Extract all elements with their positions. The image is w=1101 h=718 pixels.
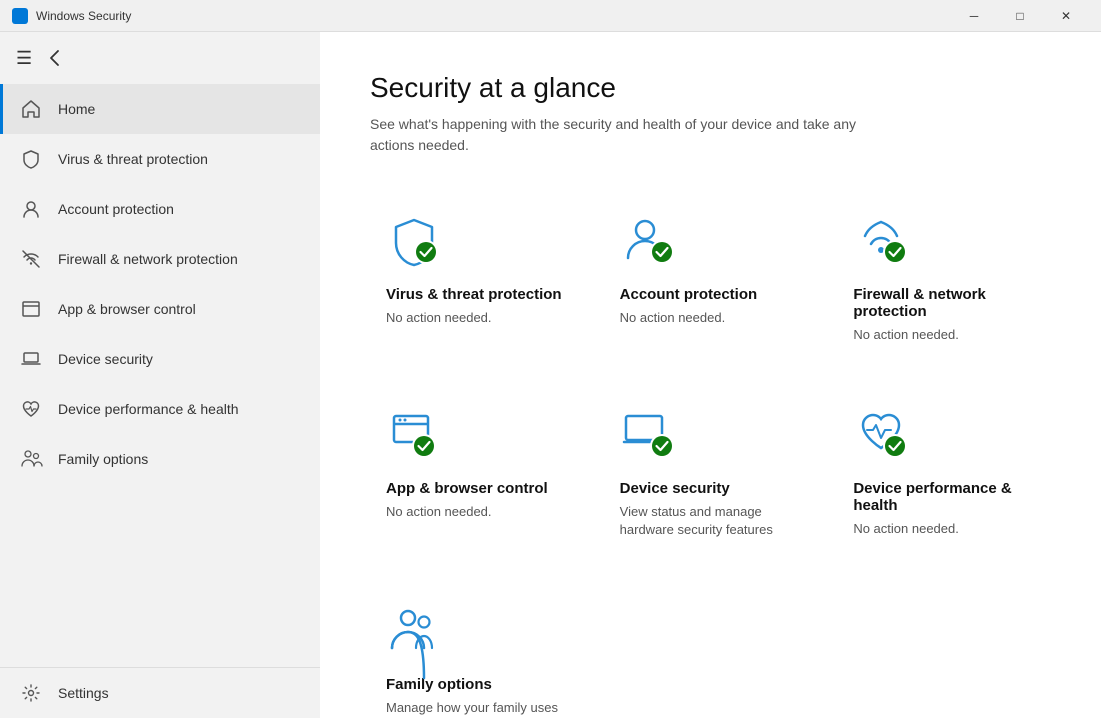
- shield-nav-icon: [20, 148, 42, 170]
- virus-card-title: Virus & threat protection: [386, 286, 568, 303]
- titlebar-title: Windows Security: [36, 9, 951, 23]
- gear-icon: [20, 682, 42, 704]
- account-card-title: Account protection: [620, 286, 802, 303]
- virus-card-icon: [386, 212, 446, 272]
- app-card-icon: [386, 406, 446, 466]
- app-body: ☰ Home Vi: [0, 32, 1101, 718]
- family-card-desc: Manage how your family uses their device…: [386, 699, 568, 718]
- firewall-card-icon: [853, 212, 913, 272]
- close-button[interactable]: ✕: [1043, 0, 1089, 32]
- hamburger-button[interactable]: ☰: [16, 48, 32, 69]
- sidebar-item-device-security[interactable]: Device security: [0, 334, 320, 384]
- device-health-card-icon: [853, 406, 913, 466]
- app-card-title: App & browser control: [386, 480, 568, 497]
- sidebar-label-account: Account protection: [58, 201, 174, 217]
- settings-label: Settings: [58, 685, 109, 701]
- sidebar: ☰ Home Vi: [0, 32, 320, 718]
- sidebar-item-home[interactable]: Home: [0, 84, 320, 134]
- card-account[interactable]: Account protection No action needed.: [604, 196, 818, 360]
- sidebar-label-firewall: Firewall & network protection: [58, 251, 238, 267]
- back-button[interactable]: [44, 47, 66, 69]
- person-nav-icon: [20, 198, 42, 220]
- window-controls: ─ □ ✕: [951, 0, 1089, 32]
- account-card-desc: No action needed.: [620, 309, 802, 327]
- sidebar-top: ☰: [0, 32, 320, 84]
- home-icon: [20, 98, 42, 120]
- card-app[interactable]: App & browser control No action needed.: [370, 390, 584, 555]
- card-firewall[interactable]: Firewall & network protection No action …: [837, 196, 1051, 360]
- firewall-card-desc: No action needed.: [853, 326, 1035, 344]
- device-security-card-icon: [620, 406, 680, 466]
- minimize-button[interactable]: ─: [951, 0, 997, 32]
- sidebar-item-account[interactable]: Account protection: [0, 184, 320, 234]
- family-nav-icon: [20, 448, 42, 470]
- sidebar-item-settings[interactable]: Settings: [0, 668, 320, 718]
- sidebar-item-app[interactable]: App & browser control: [0, 284, 320, 334]
- card-device-security[interactable]: Device security View status and manage h…: [604, 390, 818, 555]
- card-device-health[interactable]: Device performance & health No action ne…: [837, 390, 1051, 555]
- sidebar-nav: Home Virus & threat protection: [0, 84, 320, 484]
- page-subtitle: See what's happening with the security a…: [370, 114, 870, 156]
- app-icon: [12, 8, 28, 24]
- device-security-card-desc: View status and manage hardware security…: [620, 503, 802, 539]
- laptop-nav-icon: [20, 348, 42, 370]
- device-health-card-desc: No action needed.: [853, 520, 1035, 538]
- sidebar-item-virus[interactable]: Virus & threat protection: [0, 134, 320, 184]
- card-virus[interactable]: Virus & threat protection No action need…: [370, 196, 584, 360]
- firewall-card-title: Firewall & network protection: [853, 286, 1035, 320]
- sidebar-label-app: App & browser control: [58, 301, 196, 317]
- card-family[interactable]: Family options Manage how your family us…: [370, 586, 584, 718]
- sidebar-label-home: Home: [58, 101, 95, 117]
- app-card-desc: No action needed.: [386, 503, 568, 521]
- sidebar-item-family[interactable]: Family options: [0, 434, 320, 484]
- maximize-button[interactable]: □: [997, 0, 1043, 32]
- titlebar: Windows Security ─ □ ✕: [0, 0, 1101, 32]
- heart-nav-icon: [20, 398, 42, 420]
- sidebar-label-device-health: Device performance & health: [58, 401, 239, 417]
- sidebar-item-firewall[interactable]: Firewall & network protection: [0, 234, 320, 284]
- sidebar-label-virus: Virus & threat protection: [58, 151, 208, 167]
- device-health-card-title: Device performance & health: [853, 480, 1035, 514]
- sidebar-label-family: Family options: [58, 451, 148, 467]
- family-card-title: Family options: [386, 676, 568, 693]
- family-card-icon: [386, 602, 446, 662]
- cards-grid: Virus & threat protection No action need…: [370, 196, 1051, 718]
- sidebar-label-device-security: Device security: [58, 351, 153, 367]
- wifi-nav-icon: [20, 248, 42, 270]
- account-card-icon: [620, 212, 680, 272]
- page-title: Security at a glance: [370, 72, 1051, 104]
- main-content: Security at a glance See what's happenin…: [320, 32, 1101, 718]
- virus-card-desc: No action needed.: [386, 309, 568, 327]
- sidebar-bottom: Settings: [0, 667, 320, 718]
- device-security-card-title: Device security: [620, 480, 802, 497]
- browser-nav-icon: [20, 298, 42, 320]
- sidebar-item-device-health[interactable]: Device performance & health: [0, 384, 320, 434]
